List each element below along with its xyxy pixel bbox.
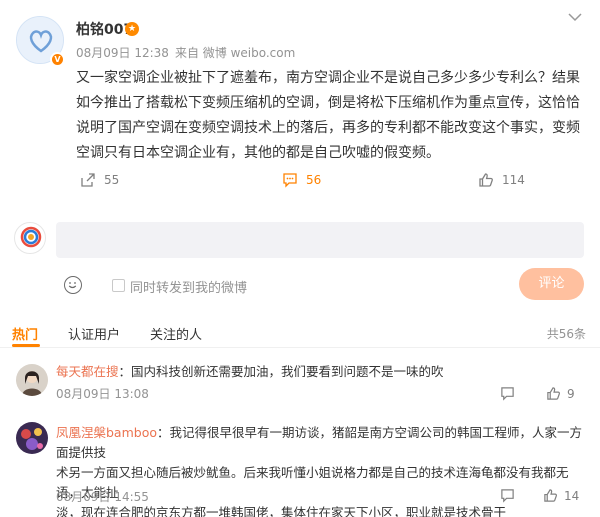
tab-verified[interactable]: 认证用户 [68,324,120,343]
comment-reply-button[interactable] [500,488,515,503]
comment-text: 每天都在搜：国内科技创新还需要加油，我们要看到问题不是一味的吹 [56,364,444,379]
repost-checkbox[interactable] [112,279,125,292]
more-options-icon[interactable] [568,6,582,27]
post-body: 又一家空调企业被扯下了遮羞布，南方空调企业不是说自己多少多少专利么？结果如今推出… [76,70,580,161]
comment-button[interactable]: 56 [282,172,321,188]
comment-time: 08月09日 14:55 [56,490,149,504]
commenter-avatar[interactable] [16,364,48,396]
vip-badge-icon: ★ [125,22,139,36]
emoji-icon[interactable] [64,276,82,294]
thumbs-up-icon [479,173,493,187]
commenter-name[interactable]: 凤凰涅槃bamboo [56,425,157,440]
comment-input[interactable] [56,222,584,258]
tab-hot[interactable]: 热门 [12,324,38,343]
reply-icon [501,387,514,401]
divider [0,347,600,348]
like-count: 114 [502,173,525,187]
comment-count: 56 [306,173,322,187]
comment-total: 共56条 [546,327,586,341]
repost-checkbox-label: 同时转发到我的微博 [130,281,248,296]
tab-following[interactable]: 关注的人 [150,324,202,343]
current-user-avatar[interactable] [14,222,46,254]
repost-count: 55 [104,173,120,187]
like-button[interactable]: 114 [478,172,525,188]
comment-time: 08月09日 13:08 [56,387,149,401]
thumbs-up-icon [547,387,560,400]
comment-body: 淡，现在连合肥的京东方都一堆韩国佬，集体住在家天下小区，职业就是技术骨干 [56,505,507,517]
comment-body: 国内科技创新还需要加油，我们要看到问题不是一味的吹 [131,364,444,379]
comment-like-button[interactable]: 9 [546,386,575,401]
reply-icon [501,489,514,503]
comment-like-count: 14 [564,488,580,503]
comment-like-count: 9 [567,386,575,401]
repost-button[interactable]: 55 [80,172,119,188]
repost-icon [81,173,95,187]
thumbs-up-icon [544,489,557,502]
submit-comment-button[interactable]: 评论 [519,268,584,300]
post-date[interactable]: 08月09日 12:38 [76,46,169,60]
commenter-name[interactable]: 每天都在搜 [56,364,119,379]
comment-like-button[interactable]: 14 [543,488,579,503]
comment-icon [283,173,297,188]
commenter-avatar[interactable] [16,422,48,454]
post-meta: 08月09日 12:38 来自 微博 weibo.com [76,44,301,61]
post-source: 来自 微博 weibo.com [174,46,296,60]
verified-icon: V [50,52,65,67]
comment-reply-button[interactable] [500,386,515,401]
